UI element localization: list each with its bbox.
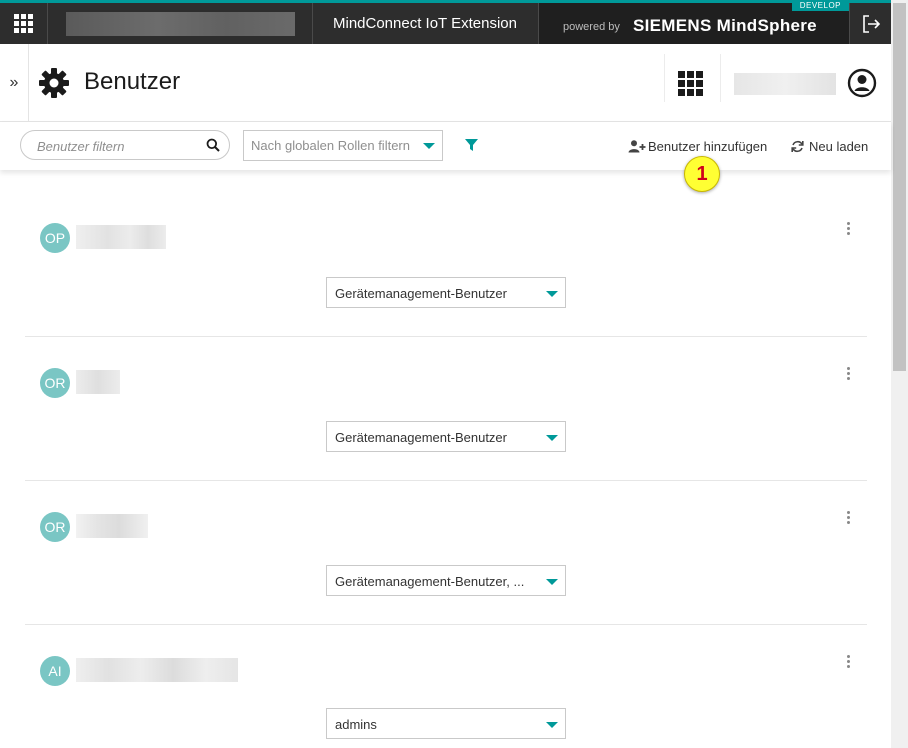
chevron-down-icon xyxy=(546,722,558,728)
user-list: OP Gerätemanagement-Benutzer OR Gerätema… xyxy=(0,170,891,748)
list-item[interactable]: OR Gerätemanagement-Benutzer, ... xyxy=(25,481,867,625)
logout-icon xyxy=(862,14,880,33)
toolbar: Nach globalen Rollen filtern Benutzer hi… xyxy=(0,122,891,170)
refresh-icon xyxy=(791,140,804,152)
app-title: MindConnect IoT Extension xyxy=(333,15,517,32)
user-name-redacted xyxy=(76,514,148,538)
step-callout-badge: 1 xyxy=(684,156,720,192)
list-item[interactable]: OP Gerätemanagement-Benutzer xyxy=(25,192,867,337)
role-select[interactable]: Gerätemanagement-Benutzer xyxy=(326,277,566,308)
list-item[interactable]: AI admins xyxy=(25,625,867,748)
more-options-icon[interactable] xyxy=(846,366,850,381)
divider xyxy=(720,54,721,102)
user-name-redacted xyxy=(76,225,166,249)
search-icon[interactable] xyxy=(206,138,220,152)
avatar: OP xyxy=(40,223,70,253)
scrollbar-thumb[interactable] xyxy=(893,3,906,371)
app-grid-icon[interactable] xyxy=(678,71,703,96)
vertical-scrollbar[interactable] xyxy=(891,0,908,748)
chevron-down-icon xyxy=(423,143,435,149)
logout-button[interactable] xyxy=(849,3,891,44)
search-input[interactable] xyxy=(35,136,199,156)
page-title: Benutzer xyxy=(84,68,181,95)
reload-label: Neu laden xyxy=(809,138,869,154)
user-name-redacted xyxy=(76,658,238,682)
role-select[interactable]: Gerätemanagement-Benutzer xyxy=(326,421,566,452)
avatar: AI xyxy=(40,656,70,686)
reload-button[interactable]: Neu laden xyxy=(791,137,868,155)
user-account-icon[interactable] xyxy=(847,68,877,103)
app-launcher-button[interactable] xyxy=(0,3,48,44)
chevron-down-icon xyxy=(546,435,558,441)
more-options-icon[interactable] xyxy=(846,510,850,525)
top-bar: MindConnect IoT Extension DEVELOP powere… xyxy=(0,0,891,44)
powered-by-label: powered by xyxy=(563,21,620,33)
role-select[interactable]: Gerätemanagement-Benutzer, ... xyxy=(326,565,566,596)
search-field[interactable] xyxy=(20,130,230,160)
user-name-redacted xyxy=(76,370,120,394)
brand-logo-text: SIEMENS MindSphere xyxy=(633,16,817,35)
list-item[interactable]: OR Gerätemanagement-Benutzer xyxy=(25,337,867,481)
more-options-icon[interactable] xyxy=(846,654,850,669)
add-user-button[interactable]: Benutzer hinzufügen xyxy=(628,137,767,155)
avatar: OR xyxy=(40,368,70,398)
gear-icon xyxy=(38,67,70,104)
global-role-filter-select[interactable]: Nach globalen Rollen filtern xyxy=(243,130,443,161)
role-value: Gerätemanagement-Benutzer, ... xyxy=(335,574,525,589)
role-filter-placeholder: Nach globalen Rollen filtern xyxy=(251,138,410,153)
environment-badge: DEVELOP xyxy=(791,0,849,11)
more-options-icon[interactable] xyxy=(846,221,850,236)
role-select[interactable]: admins xyxy=(326,708,566,739)
tenant-name-redacted xyxy=(66,12,295,36)
avatar: OR xyxy=(40,512,70,542)
filter-icon[interactable] xyxy=(465,139,478,151)
role-value: Gerätemanagement-Benutzer xyxy=(335,286,507,301)
user-name-redacted xyxy=(734,73,836,95)
expand-sidebar-button[interactable]: » xyxy=(0,44,29,121)
divider xyxy=(664,54,665,102)
chevron-down-icon xyxy=(546,579,558,585)
brand-area: DEVELOP powered by SIEMENS MindSphere xyxy=(538,0,849,44)
role-value: admins xyxy=(335,717,377,732)
app-grid-icon xyxy=(14,14,33,33)
role-value: Gerätemanagement-Benutzer xyxy=(335,430,507,445)
page-header: » Benutzer xyxy=(0,44,891,122)
chevron-down-icon xyxy=(546,291,558,297)
add-user-icon xyxy=(628,139,646,152)
add-user-label: Benutzer hinzufügen xyxy=(648,138,768,154)
